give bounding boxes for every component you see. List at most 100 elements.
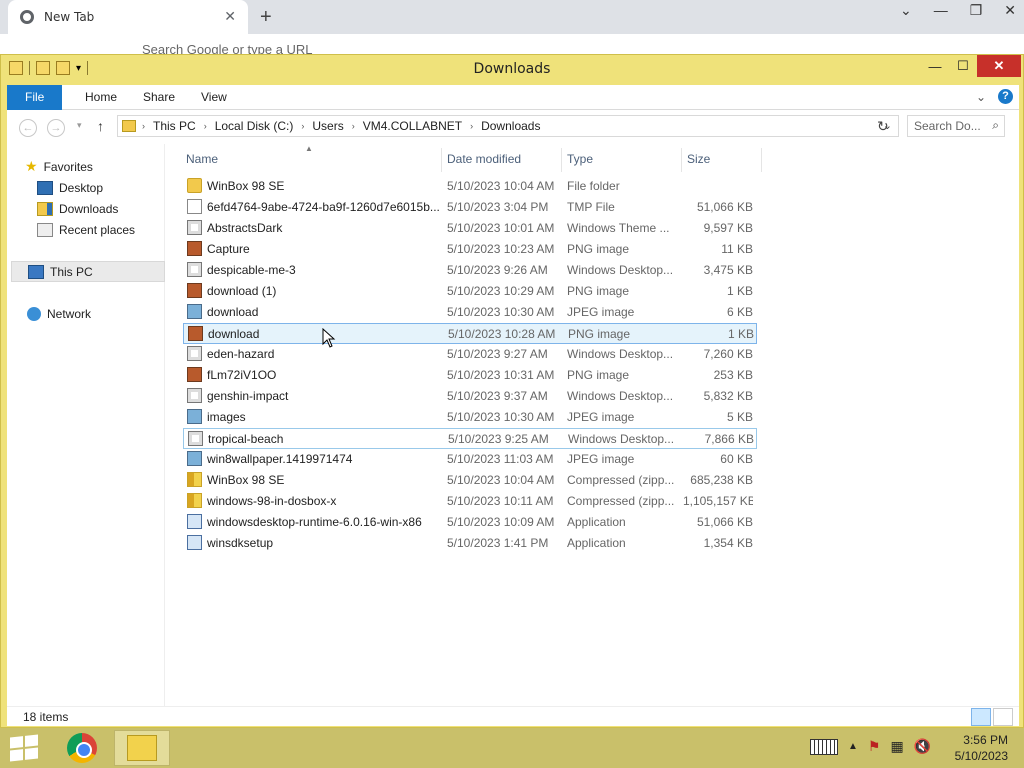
maximize-button[interactable]: ☐ bbox=[949, 55, 977, 77]
nav-desktop[interactable]: Desktop bbox=[37, 177, 165, 198]
column-divider[interactable] bbox=[681, 148, 682, 172]
file-row[interactable]: WinBox 98 SE 5/10/2023 10:04 AM Compressed… bbox=[183, 470, 757, 491]
tab-view[interactable]: View bbox=[187, 85, 241, 110]
help-icon[interactable]: ? bbox=[998, 89, 1013, 104]
file-type: File folder bbox=[567, 179, 620, 193]
breadcrumb-downloads[interactable]: Downloads bbox=[481, 119, 540, 133]
details-view-icon[interactable] bbox=[971, 708, 991, 726]
column-name[interactable]: Name bbox=[186, 152, 218, 172]
file-row[interactable]: eden-hazard 5/10/2023 9:27 AM Windows Desk… bbox=[183, 344, 757, 365]
breadcrumb-user-folder[interactable]: VM4.COLLABNET bbox=[363, 119, 462, 133]
file-row[interactable]: AbstractsDark 5/10/2023 10:01 AM Windows T… bbox=[183, 218, 757, 239]
file-date-modified: 5/10/2023 1:41 PM bbox=[447, 536, 549, 550]
breadcrumb-local-disk[interactable]: Local Disk (C:) bbox=[215, 119, 294, 133]
address-row: ← → ▾ ↑ › This PC › Local Disk (C:) › Us… bbox=[7, 110, 1019, 144]
file-row[interactable]: fLm72iV1OO 5/10/2023 10:31 AM PNG image 253… bbox=[183, 365, 757, 386]
breadcrumb-separator[interactable]: › bbox=[204, 121, 207, 131]
windows-start-icon[interactable] bbox=[10, 734, 38, 762]
touch-keyboard-icon[interactable] bbox=[810, 738, 838, 755]
file-row[interactable]: WinBox 98 SE 5/10/2023 10:04 AM File folde… bbox=[183, 176, 757, 197]
breadcrumb-separator[interactable]: › bbox=[301, 121, 304, 131]
tab-file[interactable]: File bbox=[7, 85, 63, 110]
column-divider[interactable] bbox=[441, 148, 442, 172]
file-row[interactable]: 6efd4764-9abe-4724-ba9f-1260d7e6015b....… bbox=[183, 197, 757, 218]
taskbar: ▲ ⚑ ▦ 🔇 3:56 PM 5/10/2023 bbox=[0, 728, 1024, 768]
breadcrumb-separator[interactable]: › bbox=[470, 121, 473, 131]
file-size: 3,475 KB bbox=[703, 263, 753, 277]
large-icons-view-icon[interactable] bbox=[993, 708, 1013, 726]
search-input[interactable]: Search Do... ⌕ bbox=[907, 115, 1005, 137]
file-row[interactable]: despicable-me-3 5/10/2023 9:26 AM Windows … bbox=[183, 260, 757, 281]
breadcrumb-separator[interactable]: › bbox=[142, 121, 145, 131]
minimize-button[interactable]: — bbox=[921, 55, 949, 77]
volume-muted-icon[interactable]: 🔇 bbox=[914, 738, 931, 755]
system-tray: ▲ ⚑ ▦ 🔇 bbox=[810, 738, 931, 755]
address-bar[interactable]: › This PC › Local Disk (C:) › Users › VM… bbox=[117, 115, 899, 137]
search-icon[interactable]: ⌕ bbox=[992, 118, 999, 133]
recent-places-icon bbox=[37, 222, 53, 237]
refresh-icon[interactable]: ↻ bbox=[877, 118, 889, 135]
browser-restore-button[interactable]: ❐ bbox=[970, 2, 983, 19]
tab-share[interactable]: Share bbox=[129, 85, 189, 110]
close-button[interactable]: ✕ bbox=[977, 55, 1021, 77]
file-row[interactable]: windowsdesktop-runtime-6.0.16-win-x86 5/1… bbox=[183, 512, 757, 533]
column-date-modified[interactable]: Date modified bbox=[447, 152, 521, 172]
tab-close-icon[interactable]: ✕ bbox=[224, 9, 236, 25]
nav-recent-places[interactable]: Recent places bbox=[37, 219, 165, 240]
explorer-titlebar[interactable]: ▾ Downloads — ☐ ✕ bbox=[1, 55, 1023, 83]
new-tab-button[interactable]: + bbox=[260, 6, 272, 29]
back-button[interactable]: ← bbox=[19, 119, 37, 137]
file-row[interactable]: winsdksetup 5/10/2023 1:41 PM Application 1… bbox=[183, 533, 757, 554]
browser-minimize-button[interactable]: — bbox=[934, 2, 948, 19]
file-type: PNG image bbox=[567, 284, 630, 298]
browser-tab[interactable]: New Tab ✕ bbox=[8, 0, 248, 34]
file-name: windowsdesktop-runtime-6.0.16-win-x86 bbox=[207, 515, 422, 529]
nav-favorites[interactable]: ★ Favorites bbox=[25, 156, 165, 177]
network-tray-icon[interactable]: ▦ bbox=[890, 738, 903, 755]
file-row[interactable]: download (1) 5/10/2023 10:29 AM PNG image 1… bbox=[183, 281, 757, 302]
breadcrumb-separator[interactable]: › bbox=[352, 121, 355, 131]
file-row[interactable]: Capture 5/10/2023 10:23 AM PNG image 11 KB bbox=[183, 239, 757, 260]
file-row[interactable]: genshin-impact 5/10/2023 9:37 AM Windows D… bbox=[183, 386, 757, 407]
browser-close-button[interactable]: ✕ bbox=[1004, 2, 1016, 19]
taskbar-file-explorer[interactable] bbox=[114, 730, 170, 766]
file-row[interactable]: download 5/10/2023 10:30 AM JPEG image 6 KB bbox=[183, 302, 757, 323]
browser-window-controls: ⌄ — ❐ ✕ bbox=[900, 2, 1016, 19]
downloads-folder-icon bbox=[37, 201, 53, 216]
file-row[interactable]: tropical-beach 5/10/2023 9:25 AM Windows D… bbox=[183, 428, 757, 449]
up-button[interactable]: ↑ bbox=[97, 118, 104, 134]
file-size: 51,066 KB bbox=[696, 200, 753, 214]
file-row[interactable]: download 5/10/2023 10:28 AM PNG image 1 KB bbox=[183, 323, 757, 344]
file-size: 5,832 KB bbox=[703, 389, 753, 403]
file-row[interactable]: win8wallpaper.1419971474 5/10/2023 11:03 … bbox=[183, 449, 757, 470]
file-row[interactable]: windows-98-in-dosbox-x 5/10/2023 10:11 AM… bbox=[183, 491, 757, 512]
chrome-favicon-icon bbox=[20, 10, 34, 24]
file-date-modified: 5/10/2023 10:01 AM bbox=[447, 221, 555, 235]
nav-downloads[interactable]: Downloads bbox=[37, 198, 165, 219]
action-center-flag-icon[interactable]: ⚑ bbox=[868, 738, 881, 755]
zip-file-icon bbox=[187, 493, 202, 508]
forward-button[interactable]: → bbox=[47, 119, 65, 137]
show-hidden-icons-icon[interactable]: ▲ bbox=[848, 741, 858, 752]
file-type: JPEG image bbox=[567, 410, 635, 424]
breadcrumb-users[interactable]: Users bbox=[312, 119, 343, 133]
recent-locations-icon[interactable]: ▾ bbox=[77, 120, 82, 131]
column-size[interactable]: Size bbox=[687, 152, 710, 172]
theme-file-icon bbox=[187, 346, 202, 361]
clock[interactable]: 3:56 PM 5/10/2023 bbox=[955, 732, 1008, 764]
nav-this-pc[interactable]: This PC bbox=[11, 261, 165, 282]
breadcrumb-this-pc[interactable]: This PC bbox=[153, 119, 196, 133]
nav-network[interactable]: Network bbox=[27, 303, 165, 324]
omnibox[interactable]: Search Google or type a URL bbox=[0, 34, 1024, 57]
taskbar-chrome[interactable] bbox=[54, 730, 110, 766]
expand-ribbon-icon[interactable]: ⌄ bbox=[976, 90, 986, 104]
column-type[interactable]: Type bbox=[567, 152, 593, 172]
tab-home[interactable]: Home bbox=[71, 85, 131, 110]
file-row[interactable]: images 5/10/2023 10:30 AM JPEG image 5 KB bbox=[183, 407, 757, 428]
file-type: Compressed (zipp... bbox=[567, 494, 675, 508]
jpeg-image-icon bbox=[187, 304, 202, 319]
file-date-modified: 5/10/2023 10:29 AM bbox=[447, 284, 555, 298]
column-divider[interactable] bbox=[761, 148, 762, 172]
column-divider[interactable] bbox=[561, 148, 562, 172]
chevron-down-icon[interactable]: ⌄ bbox=[900, 2, 912, 19]
